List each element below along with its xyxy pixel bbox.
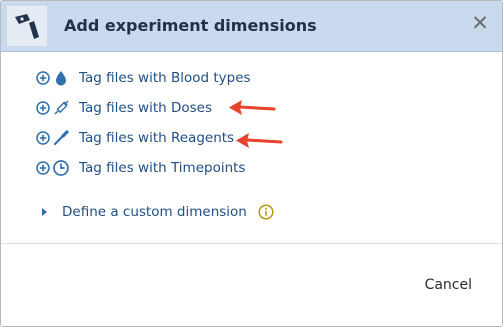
blood-drop-icon: [56, 71, 66, 86]
tag-timepoints-label: Tag files with Timepoints: [79, 160, 246, 176]
custom-dimension-label: Define a custom dimension: [62, 204, 247, 220]
annotation-arrow-icon: [229, 100, 276, 115]
tag-blood-types-label: Tag files with Blood types: [79, 70, 251, 86]
add-circle-icon[interactable]: [36, 101, 50, 115]
cancel-button[interactable]: Cancel: [425, 277, 472, 293]
add-dimensions-dialog: Add experiment dimensions ✕ Tag files wi…: [0, 0, 503, 327]
define-custom-dimension[interactable]: Define a custom dimension: [41, 202, 274, 222]
dialog-title: Add experiment dimensions: [64, 16, 317, 35]
caret-right-icon[interactable]: [41, 207, 48, 217]
tag-reagents-option[interactable]: Tag files with Reagents: [36, 128, 234, 148]
dialog-header: Add experiment dimensions ✕: [1, 1, 502, 52]
clock-icon: [53, 160, 69, 176]
pipette-icon: [53, 130, 69, 146]
tag-timepoints-option[interactable]: Tag files with Timepoints: [36, 158, 245, 178]
add-circle-icon[interactable]: [36, 161, 50, 175]
info-icon[interactable]: [258, 204, 274, 220]
syringe-icon: [54, 100, 69, 115]
add-circle-icon[interactable]: [36, 131, 50, 145]
tag-doses-label: Tag files with Doses: [79, 100, 212, 116]
annotation-arrow-icon: [236, 133, 283, 148]
tag-blood-types-option[interactable]: Tag files with Blood types: [36, 68, 251, 88]
tag-doses-option[interactable]: Tag files with Doses: [36, 98, 212, 118]
dialog-footer: Cancel: [1, 244, 502, 326]
tag-reagents-label: Tag files with Reagents: [79, 130, 235, 146]
dimension-options: Tag files with Blood types Tag files wit…: [1, 52, 502, 244]
tag-flask-icon: [7, 6, 47, 46]
close-icon[interactable]: ✕: [470, 11, 490, 35]
add-circle-icon[interactable]: [36, 71, 50, 85]
